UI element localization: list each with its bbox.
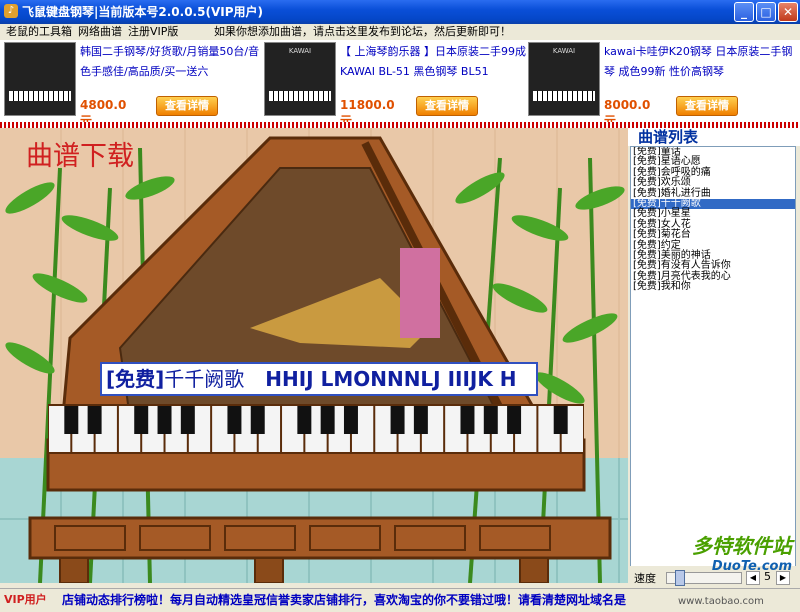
piano-black-key[interactable]	[507, 406, 522, 434]
piano-black-key[interactable]	[297, 406, 312, 434]
piano-black-key[interactable]	[553, 406, 568, 434]
piano-black-key[interactable]	[320, 406, 335, 434]
piano-black-key[interactable]	[64, 406, 79, 434]
piano-black-key[interactable]	[413, 406, 428, 434]
song-list-item[interactable]: [免费]菊花台	[631, 229, 795, 240]
piano-black-key[interactable]	[250, 406, 265, 434]
piano-black-key[interactable]	[227, 406, 242, 434]
piano-black-key[interactable]	[390, 406, 405, 434]
watermark: 多特软件站 DuoTe.com	[682, 530, 792, 590]
ad-strip: 韩国二手钢琴/好货歌/月销量50台/音色手感佳/高品质/买一送六 4800.0元…	[0, 40, 800, 128]
piano-keyboard[interactable]	[48, 404, 584, 454]
watermark-footer: www.taobao.com	[678, 596, 764, 607]
download-scores-title[interactable]: 曲谱下载	[26, 134, 134, 173]
song-listbox[interactable]: [免费]童话 [免费]星语心愿 [免费]会呼吸的痛 [免费]欢乐颂 [免费]婚礼进行曲[…	[630, 146, 796, 594]
piano-product-image[interactable]: KAWAI	[264, 42, 336, 116]
ad-description[interactable]: 【 上海琴韵乐器 】日本原装二手99成 KAWAI BL-51 黑色钢琴 BL5…	[340, 42, 530, 82]
piano-black-key[interactable]	[134, 406, 149, 434]
song-list-item[interactable]: [免费]欢乐颂	[631, 177, 795, 188]
menu-toolbox[interactable]: 老鼠的工具箱	[6, 24, 72, 40]
piano-black-key[interactable]	[180, 406, 195, 434]
kawai-logo: KAWAI	[552, 47, 576, 55]
piano-product-image[interactable]: KAWAI	[528, 42, 600, 116]
now-playing-strip: [免费]千千阙歌 HHIJ LMONNNLJ IIIJK H	[100, 362, 538, 396]
now-playing-notes: HHIJ LMONNNLJ IIIJK H	[265, 367, 517, 391]
piano-product-image[interactable]	[4, 42, 76, 116]
piano-black-key[interactable]	[460, 406, 475, 434]
kawai-logo: KAWAI	[288, 47, 312, 55]
piano-black-key[interactable]	[87, 406, 102, 434]
ad-description[interactable]: 韩国二手钢琴/好货歌/月销量50台/音色手感佳/高品质/买一送六	[80, 42, 270, 82]
view-details-button[interactable]: 查看详情	[156, 96, 218, 116]
title-bar: ♪ 飞鼠键盘钢琴|当前版本号2.0.0.5(VIP用户) _ □ ✕	[0, 0, 800, 24]
minimize-button[interactable]: _	[734, 2, 754, 22]
vip-status: VIP用户	[4, 593, 47, 606]
song-list-title: 曲谱列表	[628, 128, 800, 146]
menu-bar: 老鼠的工具箱 网络曲谱 注册VIP版 如果你想添加曲谱，请点击这里发布到论坛，然…	[0, 24, 800, 40]
speed-label: 速度	[634, 572, 656, 585]
piano-black-key[interactable]	[483, 406, 498, 434]
now-playing-tag: [免费]	[106, 367, 165, 391]
menu-online-scores[interactable]: 网络曲谱	[78, 24, 122, 40]
ad-description[interactable]: kawai卡哇伊K20钢琴 日本原装二手钢琴 成色99新 性价高钢琴	[604, 42, 794, 82]
bamboo-plants-illustration	[5, 136, 625, 583]
scrolling-announcement[interactable]: 店铺动态排行榜啦！每月自动精选皇冠信誉卖家店铺排行，喜欢淘宝的你不要错过哦！请看…	[62, 589, 626, 611]
watermark-brand: 多特软件站	[692, 534, 792, 558]
now-playing-title: 千千阙歌	[164, 367, 245, 391]
close-button[interactable]: ✕	[778, 2, 798, 22]
piano-scene	[0, 128, 628, 583]
forum-notice-link[interactable]: 如果你想添加曲谱，请点击这里发布到论坛，然后更新即可！	[214, 24, 511, 40]
view-details-button[interactable]: 查看详情	[416, 96, 478, 116]
piano-black-key[interactable]	[157, 406, 172, 434]
maximize-button[interactable]: □	[756, 2, 776, 22]
menu-register-vip[interactable]: 注册VIP版	[128, 24, 178, 40]
piano-black-key[interactable]	[343, 406, 358, 434]
view-details-button[interactable]: 查看详情	[676, 96, 738, 116]
song-list-item[interactable]: [免费]我和你	[631, 281, 795, 292]
window-title: 飞鼠键盘钢琴|当前版本号2.0.0.5(VIP用户)	[22, 5, 263, 19]
app-icon: ♪	[4, 4, 18, 18]
song-list-panel: 曲谱列表 [免费]童话 [免费]星语心愿 [免费]会呼吸的痛 [免费]欢乐颂 [免费]婚…	[628, 128, 800, 594]
watermark-site: DuoTe.com	[711, 559, 792, 574]
